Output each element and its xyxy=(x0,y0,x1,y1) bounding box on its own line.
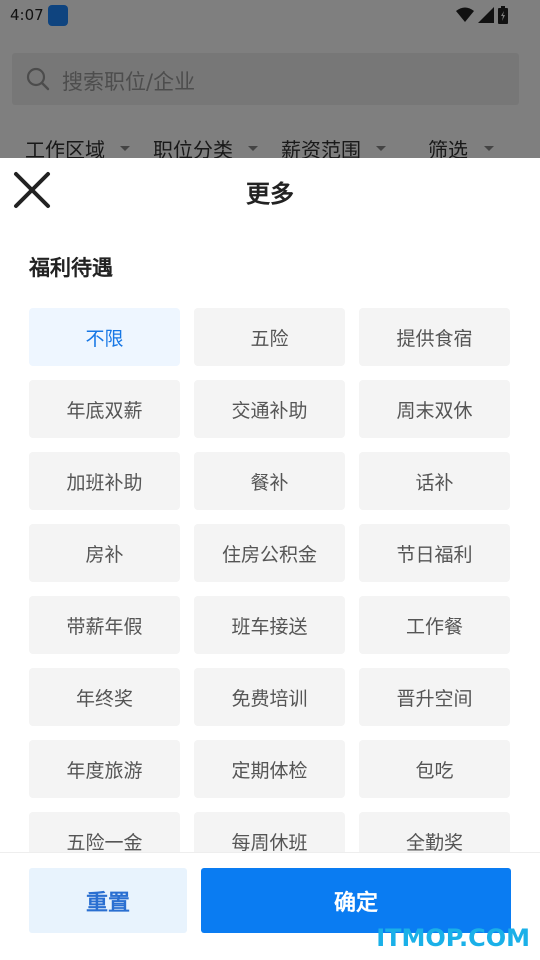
benefit-option-chip[interactable]: 周末双休 xyxy=(359,380,510,438)
benefit-option-chip[interactable]: 房补 xyxy=(29,524,180,582)
benefit-option-chip[interactable]: 每周休班 xyxy=(194,812,345,852)
benefit-option-chip[interactable]: 加班补助 xyxy=(29,452,180,510)
benefit-option-chip[interactable]: 带薪年假 xyxy=(29,596,180,654)
benefit-option-chip[interactable]: 节日福利 xyxy=(359,524,510,582)
benefit-options-grid: 不限 五险 提供食宿年底双薪 交通补助 周末双休加班补助 餐补 话补房补 住房公积金 节日福利带… xyxy=(29,308,510,852)
watermark-logo: ITMOP.COM xyxy=(376,924,530,952)
benefit-option-chip[interactable]: 定期体检 xyxy=(194,740,345,798)
sheet-title: 更多 xyxy=(246,180,294,208)
benefit-option-chip[interactable]: 话补 xyxy=(359,452,510,510)
benefit-option-chip[interactable]: 包吃 xyxy=(359,740,510,798)
benefit-option-chip[interactable]: 全勤奖 xyxy=(359,812,510,852)
benefit-option-chip[interactable]: 工作餐 xyxy=(359,596,510,654)
section-title-benefits: 福利待遇 xyxy=(29,256,113,280)
benefit-option-chip[interactable]: 年度旅游 xyxy=(29,740,180,798)
benefit-option-chip[interactable]: 提供食宿 xyxy=(359,308,510,366)
reset-button[interactable]: 重置 xyxy=(29,868,187,933)
more-filter-sheet: 更多 福利待遇 不限 五险 提供食宿年底双薪 交通补助 周末双休加班补助 餐补 话补房补 住房… xyxy=(0,158,540,960)
benefit-option-chip[interactable]: 班车接送 xyxy=(194,596,345,654)
benefit-options-scroll[interactable]: 不限 五险 提供食宿年底双薪 交通补助 周末双休加班补助 餐补 话补房补 住房公积金 节日福利带… xyxy=(0,308,540,852)
benefit-option-chip[interactable]: 年终奖 xyxy=(29,668,180,726)
benefit-option-chip[interactable]: 五险一金 xyxy=(29,812,180,852)
benefit-option-chip[interactable]: 不限 xyxy=(29,308,180,366)
benefit-option-chip[interactable]: 免费培训 xyxy=(194,668,345,726)
benefit-option-chip[interactable]: 交通补助 xyxy=(194,380,345,438)
sheet-footer: 重置 确定 ITMOP.COM xyxy=(0,852,540,960)
benefit-option-chip[interactable]: 晋升空间 xyxy=(359,668,510,726)
benefit-option-chip[interactable]: 餐补 xyxy=(194,452,345,510)
benefit-option-chip[interactable]: 年底双薪 xyxy=(29,380,180,438)
benefit-option-chip[interactable]: 五险 xyxy=(194,308,345,366)
screen: 4:07 搜索职位/企业 工作区域 职位分类 薪资范围 筛选 xyxy=(0,0,540,960)
benefit-option-chip[interactable]: 住房公积金 xyxy=(194,524,345,582)
